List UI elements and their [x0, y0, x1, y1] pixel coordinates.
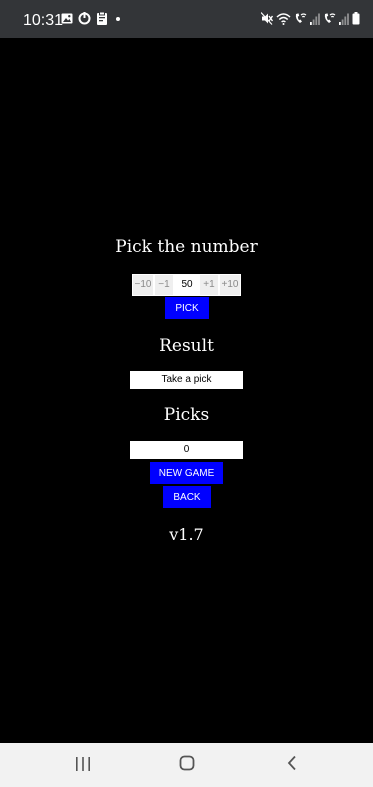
- pick-button[interactable]: Pick: [165, 297, 209, 319]
- number-stepper: −10 −1 50 +1 +10: [132, 274, 241, 296]
- result-heading: Result: [159, 336, 214, 356]
- result-field: Take a pick: [130, 371, 243, 389]
- gallery-icon: [61, 13, 73, 24]
- plus-ten-button[interactable]: +10: [220, 275, 240, 295]
- navigation-bar: [0, 743, 373, 787]
- back-button[interactable]: Back: [163, 486, 211, 508]
- game-screen: Pick the number −10 −1 50 +1 +10 Pick Re…: [0, 38, 373, 743]
- signal-2-icon: [339, 13, 349, 25]
- signal-1-icon: [310, 13, 320, 25]
- status-icons-left: [61, 12, 123, 25]
- number-value: 50: [181, 279, 193, 290]
- wifi-calling-icon: [294, 12, 307, 25]
- minus-ten-button[interactable]: −10: [133, 275, 153, 295]
- picks-heading: Picks: [163, 405, 210, 425]
- new-game-button[interactable]: New game: [150, 462, 223, 484]
- status-bar: 10:31: [0, 0, 373, 38]
- sync-icon: [78, 12, 91, 25]
- page-title: Pick the number: [115, 237, 258, 257]
- clipboard-icon: [96, 12, 108, 25]
- notification-dot-icon: [113, 14, 123, 24]
- nav-back-button[interactable]: [262, 743, 322, 787]
- recent-apps-button[interactable]: [53, 743, 113, 787]
- status-time: 10:31: [23, 12, 64, 29]
- home-icon: [179, 755, 195, 775]
- recent-apps-icon: [75, 756, 91, 775]
- plus-one-button[interactable]: +1: [200, 275, 218, 295]
- version-label: v1.7: [169, 525, 204, 544]
- minus-one-button[interactable]: −1: [155, 275, 173, 295]
- picks-field: 0: [130, 441, 243, 459]
- battery-icon: [352, 12, 360, 25]
- back-icon: [287, 755, 297, 775]
- wifi-icon: [276, 12, 291, 25]
- mute-icon: [261, 12, 273, 25]
- status-icons-right: [261, 12, 360, 25]
- home-button[interactable]: [157, 743, 217, 787]
- wifi-calling-2-icon: [323, 12, 336, 25]
